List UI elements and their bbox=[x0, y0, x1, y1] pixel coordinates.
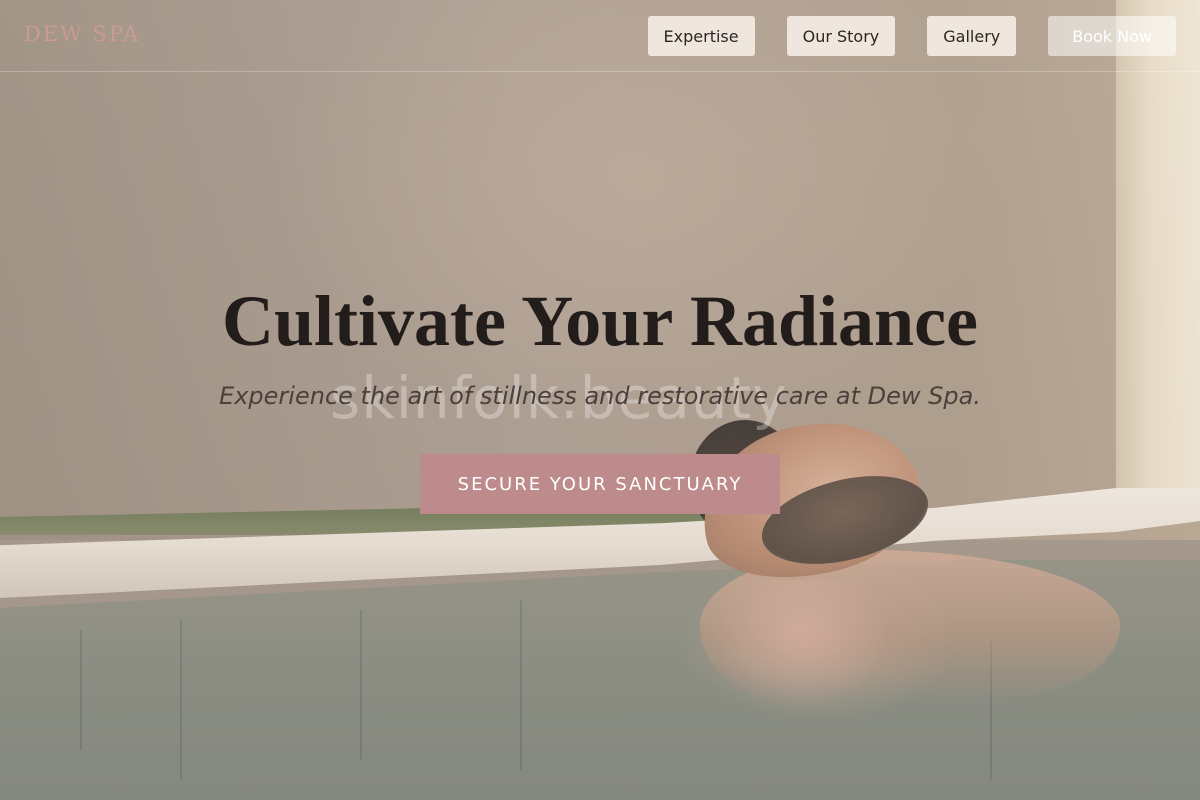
hero-title: Cultivate Your Radiance bbox=[222, 281, 978, 361]
hero-section: Cultivate Your Radiance Experience the a… bbox=[0, 0, 1200, 800]
hero-subtitle: Experience the art of stillness and rest… bbox=[219, 382, 981, 410]
secure-sanctuary-button[interactable]: SECURE YOUR SANCTUARY bbox=[420, 454, 780, 514]
